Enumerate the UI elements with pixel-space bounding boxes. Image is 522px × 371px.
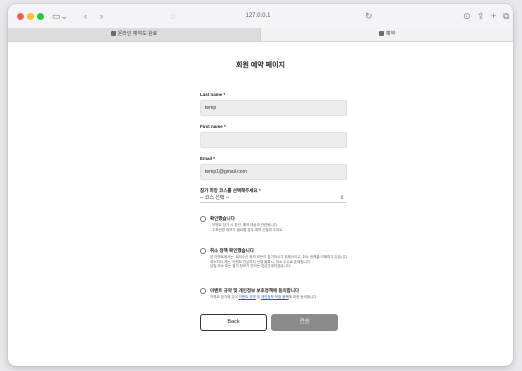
tab-booking[interactable]: 예약 — [261, 28, 513, 41]
forward-arrow-icon[interactable]: › — [100, 9, 103, 23]
cancel-policy-checkbox-desc: 본 이벤트에서는, 회의수신 등의 모든이 참가하시기 위해서이고, 취소 정책… — [210, 255, 349, 268]
first-name-label: First name * — [200, 124, 226, 129]
course-select[interactable]: -- 코스 선택 -- ⇕ — [200, 194, 347, 203]
confirm-checkbox[interactable] — [200, 216, 206, 222]
email-label: Email * — [200, 156, 216, 161]
email-input[interactable]: temp1@gmail.com — [200, 164, 347, 180]
back-button[interactable]: Back — [200, 314, 267, 331]
last-name-input[interactable]: temp — [200, 100, 347, 116]
privacy-policy-link[interactable]: 개인정보 보호 정책 — [261, 295, 289, 299]
minimize-window-button[interactable] — [27, 13, 34, 20]
cancel-policy-checkbox[interactable] — [200, 248, 206, 254]
address-bar[interactable]: 127.0.0.1 — [128, 9, 388, 23]
terms-checkbox[interactable] — [200, 288, 206, 294]
tab-online-booking[interactable]: 온라인 예약도 완료 — [8, 28, 261, 41]
page-content: 회원 예약 페이지 Last name * temp First name * … — [8, 42, 513, 366]
first-name-input[interactable] — [200, 132, 347, 148]
confirm-checkbox-desc: - 이벤트 참가 시 본인, 예약 대상과 관련됩니다. - 주최관련 정보가 … — [210, 223, 284, 232]
favicon-icon — [110, 31, 116, 37]
submit-button[interactable]: 전송 — [271, 314, 338, 331]
course-select-value: -- 코스 선택 -- — [200, 195, 230, 201]
sidebar-icon[interactable]: ▭⌄ — [52, 9, 68, 23]
event-terms-link[interactable]: 이벤트 규약 — [239, 295, 256, 299]
page-title: 회원 예약 페이지 — [236, 62, 285, 69]
cancel-policy-checkbox-label: 취소 정책 확인했습니다 — [210, 248, 254, 253]
tab-bar: 온라인 예약도 완료 예약 — [8, 28, 513, 42]
terms-checkbox-desc: 이벤트 참가에 있어 이벤트 규약 및 개인정보 보호 정책에 대한 동의합니다… — [210, 295, 318, 299]
new-tab-icon[interactable]: + — [491, 9, 496, 23]
last-name-label: Last name * — [200, 92, 226, 97]
title-bar: ▭⌄ ‹ › ◌ 127.0.0.1 ↻ ⊙ ⇪ + ⧉ — [8, 4, 513, 29]
zoom-window-button[interactable] — [37, 13, 44, 20]
close-window-button[interactable] — [17, 13, 24, 20]
share-icon[interactable]: ⇪ — [477, 9, 485, 23]
browser-window: ▭⌄ ‹ › ◌ 127.0.0.1 ↻ ⊙ ⇪ + ⧉ 온라인 예약도 완료 … — [8, 4, 513, 366]
favicon-icon — [378, 31, 384, 37]
reload-icon[interactable]: ↻ — [365, 9, 373, 23]
select-chevron-icon: ⇕ — [339, 195, 344, 201]
terms-checkbox-label: 이벤트 규약 및 개인정보 보호정책에 동의합니다 — [210, 288, 300, 293]
downloads-icon[interactable]: ⊙ — [463, 9, 471, 23]
confirm-checkbox-label: 확인했습니다 — [210, 216, 235, 221]
back-arrow-icon[interactable]: ‹ — [84, 9, 87, 23]
tab-overview-icon[interactable]: ⧉ — [503, 9, 509, 23]
